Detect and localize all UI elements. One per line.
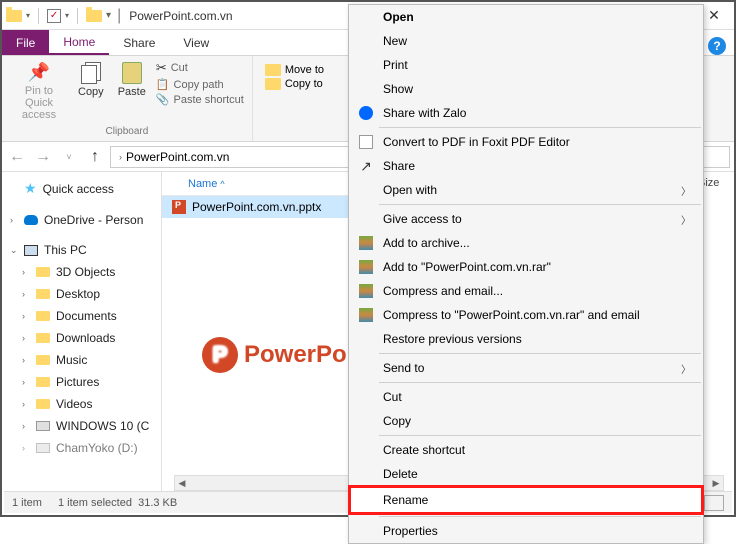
paste-shortcut-button[interactable]: 📎Paste shortcut: [156, 93, 244, 106]
qat-dropdown-icon[interactable]: ▾: [65, 11, 69, 20]
cut-button[interactable]: ✂Cut: [156, 60, 244, 76]
copy-button[interactable]: Copy: [74, 60, 108, 100]
sidebar-item-windows10[interactable]: ›WINDOWS 10 (C: [2, 415, 161, 437]
ctx-rename[interactable]: Rename: [349, 486, 703, 514]
navigation-pane: ★Quick access ›OneDrive - Person ⌄This P…: [2, 172, 162, 493]
scissors-icon: ✂: [156, 60, 167, 76]
archive-icon: [359, 236, 373, 250]
folder-icon: [36, 333, 50, 343]
thumbnails-view-button[interactable]: [704, 495, 724, 511]
sidebar-item-pictures[interactable]: ›Pictures: [2, 371, 161, 393]
copy-path-icon: 📋: [156, 78, 170, 91]
back-button[interactable]: ←: [6, 146, 28, 168]
folder-icon: [265, 64, 281, 76]
folder-icon: [86, 10, 102, 22]
folder-icon: [36, 399, 50, 409]
ctx-send-to[interactable]: Send to〉: [349, 356, 703, 380]
copy-to-button[interactable]: Copy to: [265, 78, 324, 90]
paste-icon: [122, 62, 142, 84]
breadcrumb-segment[interactable]: PowerPoint.com.vn: [126, 150, 229, 164]
shortcut-icon: 📎: [156, 93, 170, 106]
sidebar-item-music[interactable]: ›Music: [2, 349, 161, 371]
ctx-convert-pdf[interactable]: Convert to PDF in Foxit PDF Editor: [349, 130, 703, 154]
paste-button[interactable]: Paste: [114, 60, 150, 100]
archive-icon: [359, 308, 373, 322]
chevron-right-icon: 〉: [681, 183, 691, 198]
tab-share[interactable]: Share: [109, 30, 169, 55]
sidebar-item-quick-access[interactable]: ★Quick access: [2, 176, 161, 201]
forward-button[interactable]: →: [32, 146, 54, 168]
star-icon: ★: [24, 180, 37, 197]
tab-view[interactable]: View: [169, 30, 223, 55]
powerpoint-icon: [172, 200, 186, 214]
ctx-add-rar[interactable]: Add to "PowerPoint.com.vn.rar": [349, 255, 703, 279]
zalo-icon: [359, 106, 373, 120]
sidebar-item-downloads[interactable]: ›Downloads: [2, 327, 161, 349]
ctx-add-archive[interactable]: Add to archive...: [349, 231, 703, 255]
sidebar-item-this-pc[interactable]: ⌄This PC: [2, 239, 161, 261]
disk-icon: [36, 421, 50, 431]
archive-icon: [359, 260, 373, 274]
ctx-open[interactable]: Open: [349, 5, 703, 29]
up-button[interactable]: ↑: [84, 146, 106, 168]
sidebar-item-desktop[interactable]: ›Desktop: [2, 283, 161, 305]
pin-icon: 📌: [28, 62, 50, 83]
folder-icon: [36, 377, 50, 387]
move-to-button[interactable]: Move to: [265, 64, 324, 76]
ctx-new[interactable]: New: [349, 29, 703, 53]
status-item-count: 1 item: [12, 497, 42, 509]
share-icon: ↗: [357, 158, 375, 175]
folder-icon: [6, 10, 22, 22]
ctx-compress-rar-email[interactable]: Compress to "PowerPoint.com.vn.rar" and …: [349, 303, 703, 327]
ctx-open-with[interactable]: Open with〉: [349, 178, 703, 202]
folder-icon: [265, 78, 281, 90]
properties-qat-button[interactable]: ✓: [47, 9, 61, 23]
ctx-restore-versions[interactable]: Restore previous versions: [349, 327, 703, 351]
column-name[interactable]: Name: [188, 178, 217, 190]
disk-icon: [36, 443, 50, 453]
status-selected: 1 item selected 31.3 KB: [58, 497, 177, 509]
recent-dropdown[interactable]: ˅: [58, 146, 80, 168]
scroll-right-icon[interactable]: ▶: [709, 478, 723, 489]
ctx-cut[interactable]: Cut: [349, 385, 703, 409]
ctx-share[interactable]: ↗Share: [349, 154, 703, 178]
ctx-copy[interactable]: Copy: [349, 409, 703, 433]
help-button[interactable]: ?: [708, 37, 726, 55]
pdf-icon: [359, 135, 373, 149]
ctx-show[interactable]: Show: [349, 77, 703, 101]
sidebar-item-chamyoko[interactable]: ›ChamYoko (D:): [2, 437, 161, 459]
folder-icon: [36, 355, 50, 365]
folder-icon: [36, 311, 50, 321]
ctx-give-access[interactable]: Give access to〉: [349, 207, 703, 231]
pc-icon: [24, 245, 38, 256]
context-menu: Open New Print Show Share with Zalo Conv…: [348, 4, 704, 544]
qat-separator: |: [117, 7, 121, 25]
ctx-properties[interactable]: Properties: [349, 519, 703, 543]
ctx-share-zalo[interactable]: Share with Zalo: [349, 101, 703, 125]
pin-quick-access-button[interactable]: 📌 Pin to Quick access: [10, 60, 68, 123]
ctx-compress-email[interactable]: Compress and email...: [349, 279, 703, 303]
tab-home[interactable]: Home: [49, 30, 109, 55]
sidebar-item-3d-objects[interactable]: ›3D Objects: [2, 261, 161, 283]
copy-path-button[interactable]: 📋Copy path: [156, 78, 244, 91]
copy-icon: [81, 62, 101, 84]
sidebar-item-onedrive[interactable]: ›OneDrive - Person: [2, 209, 161, 231]
sidebar-item-videos[interactable]: ›Videos: [2, 393, 161, 415]
ctx-print[interactable]: Print: [349, 53, 703, 77]
tab-file[interactable]: File: [2, 30, 49, 55]
ctx-delete[interactable]: Delete: [349, 462, 703, 486]
folder-icon: [36, 289, 50, 299]
chevron-right-icon: 〉: [681, 212, 691, 227]
clipboard-group-label: Clipboard: [106, 126, 149, 137]
folder-icon: [36, 267, 50, 277]
scroll-left-icon[interactable]: ◀: [175, 478, 189, 489]
onedrive-icon: [24, 215, 38, 225]
window-title: PowerPoint.com.vn: [129, 9, 232, 23]
file-name: PowerPoint.com.vn.pptx: [192, 200, 321, 214]
archive-icon: [359, 284, 373, 298]
chevron-right-icon: 〉: [681, 361, 691, 376]
sidebar-item-documents[interactable]: ›Documents: [2, 305, 161, 327]
ctx-create-shortcut[interactable]: Create shortcut: [349, 438, 703, 462]
qat-dropdown-icon[interactable]: ▾: [26, 11, 30, 20]
